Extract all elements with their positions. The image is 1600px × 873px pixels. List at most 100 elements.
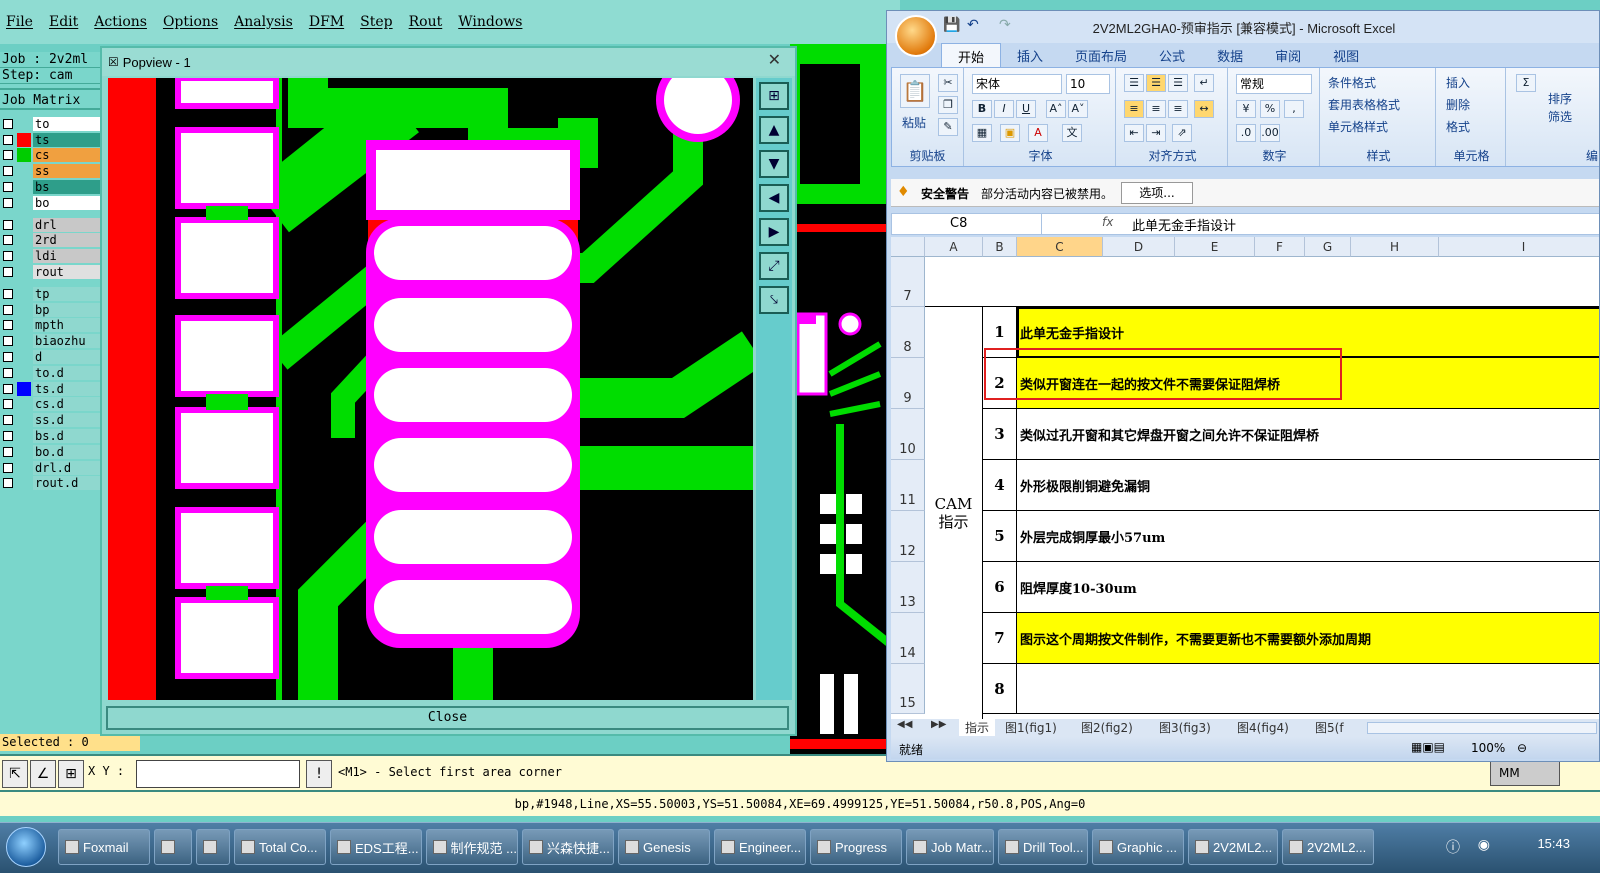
tab-insert[interactable]: 插入	[1001, 43, 1059, 67]
paste-button[interactable]: 粘贴	[902, 114, 926, 131]
layer-row[interactable]: cs.d	[0, 397, 100, 413]
layer-row[interactable]: tp	[0, 286, 100, 302]
start-button[interactable]	[6, 827, 46, 867]
tab-review[interactable]: 审阅	[1259, 43, 1317, 67]
orientation-icon[interactable]: ⇗	[1172, 124, 1192, 142]
number-format-select[interactable]: 常规	[1236, 74, 1312, 94]
cut-icon[interactable]: ✂	[938, 74, 958, 92]
layer-row[interactable]: rout.d	[0, 476, 100, 492]
column-header-a[interactable]: A	[925, 237, 983, 257]
taskbar-button[interactable]: 2V2ML2...	[1188, 829, 1278, 865]
options-button[interactable]: 选项...	[1121, 182, 1193, 204]
zoom-window-icon[interactable]: ⊞	[759, 82, 789, 110]
row-header[interactable]: 7	[891, 257, 925, 307]
layer-checkbox[interactable]	[3, 197, 13, 208]
layer-row[interactable]: to	[0, 116, 100, 132]
layer-row[interactable]: rout	[0, 264, 100, 280]
menu-options[interactable]: Options	[163, 14, 218, 30]
sheet-tab-instructions[interactable]: 指示	[959, 719, 996, 736]
layer-checkbox[interactable]	[3, 118, 13, 129]
insert-cells-button[interactable]: 插入	[1446, 74, 1470, 91]
select-tool-icon[interactable]: ⇱	[2, 760, 28, 788]
zoom-out-icon[interactable]: ⊖	[1517, 741, 1527, 755]
layer-name[interactable]: bp	[33, 302, 100, 317]
align-top-icon[interactable]: ☰	[1124, 74, 1144, 92]
layer-checkbox[interactable]	[3, 267, 13, 278]
item-number-cell[interactable]: 3	[983, 409, 1017, 460]
taskbar-button[interactable]: Genesis	[618, 829, 710, 865]
taskbar-button[interactable]: Job Matr...	[906, 829, 994, 865]
layer-row[interactable]: bs	[0, 179, 100, 195]
column-header-b[interactable]: B	[983, 237, 1017, 257]
taskbar-button[interactable]: Foxmail	[58, 829, 150, 865]
clock[interactable]: 15:43	[1537, 836, 1570, 851]
undo-icon[interactable]: ↶	[967, 17, 979, 33]
cam-instruction-cell[interactable]: CAM 指示	[925, 297, 983, 719]
close-button[interactable]: Close	[106, 706, 789, 730]
taskbar-button[interactable]: Total Co...	[234, 829, 326, 865]
layer-name[interactable]: ss.d	[33, 413, 100, 428]
taskbar-button[interactable]: EDS工程...	[330, 829, 422, 865]
format-cells-button[interactable]: 格式	[1446, 118, 1470, 135]
grow-font-icon[interactable]: A˄	[1046, 100, 1066, 118]
item-number-cell[interactable]: 6	[983, 562, 1017, 613]
layer-row[interactable]: to.d	[0, 365, 100, 381]
row-header[interactable]: 13	[891, 562, 925, 613]
name-box[interactable]: C8	[892, 214, 1042, 234]
layer-name[interactable]: ts	[33, 132, 100, 147]
menu-actions[interactable]: Actions	[94, 14, 147, 30]
delete-cells-button[interactable]: 删除	[1446, 96, 1470, 113]
layer-checkbox[interactable]	[3, 150, 13, 161]
increase-decimal-icon[interactable]: .0	[1236, 124, 1256, 142]
grid-tool-icon[interactable]: ⊞	[58, 760, 84, 788]
layer-checkbox[interactable]	[3, 399, 13, 410]
conditional-format-button[interactable]: 条件格式	[1328, 74, 1376, 91]
menu-step[interactable]: Step	[360, 14, 392, 30]
sheet-tab-fig5[interactable]: 图5(f	[1315, 719, 1344, 736]
layer-name[interactable]: tp	[33, 286, 100, 301]
popview-canvas[interactable]	[108, 78, 753, 700]
row-header[interactable]: 15	[891, 664, 925, 714]
font-color-icon[interactable]: A	[1028, 124, 1048, 142]
select-all-corner[interactable]	[891, 237, 925, 257]
tab-page-layout[interactable]: 页面布局	[1059, 43, 1143, 67]
table-format-button[interactable]: 套用表格格式	[1328, 96, 1400, 113]
layer-name[interactable]: 2rd	[33, 233, 100, 248]
font-size-select[interactable]: 10	[1066, 74, 1110, 94]
layer-row[interactable]: mpth	[0, 318, 100, 334]
menu-rout[interactable]: Rout	[409, 14, 443, 30]
help-icon[interactable]: ⓘ	[1446, 837, 1460, 857]
sheet-nav-last-icon[interactable]: ▶▶	[931, 719, 946, 730]
layer-name[interactable]: d	[33, 350, 100, 365]
horizontal-scrollbar[interactable]	[1367, 722, 1597, 734]
instruction-cell[interactable]: 外层完成铜厚最小57um	[1017, 511, 1599, 562]
taskbar-button[interactable]: Progress	[810, 829, 902, 865]
layer-row[interactable]: 2rd	[0, 233, 100, 249]
graphic-board-view[interactable]	[790, 44, 890, 754]
item-number-cell[interactable]: 7	[983, 613, 1017, 664]
layer-name[interactable]: cs	[33, 148, 100, 163]
layer-checkbox[interactable]	[3, 320, 13, 331]
increase-indent-icon[interactable]: ⇥	[1146, 124, 1166, 142]
pan-right-icon[interactable]: ▶	[759, 218, 789, 246]
layer-checkbox[interactable]	[3, 182, 13, 193]
instruction-cell[interactable]: 外形极限削铜避免漏铜	[1017, 460, 1599, 511]
layer-row[interactable]: bo	[0, 195, 100, 211]
close-icon[interactable]: ✕	[768, 50, 781, 69]
underline-icon[interactable]: U	[1016, 100, 1036, 118]
row-header[interactable]: 11	[891, 460, 925, 511]
layer-name[interactable]: biaozhu	[33, 334, 100, 349]
align-middle-icon[interactable]: ☰	[1146, 74, 1166, 92]
comma-icon[interactable]: ,	[1284, 100, 1304, 118]
align-left-icon[interactable]: ≡	[1124, 100, 1144, 118]
alert-icon[interactable]: !	[306, 760, 332, 788]
percent-icon[interactable]: %	[1260, 100, 1280, 118]
layer-row[interactable]: ts.d	[0, 381, 100, 397]
pan-up-icon[interactable]: ▲	[759, 116, 789, 144]
instruction-cell[interactable]: 阻焊厚度10-30um	[1017, 562, 1599, 613]
layer-checkbox[interactable]	[3, 367, 13, 378]
layer-name[interactable]: cs.d	[33, 397, 100, 412]
sheet-tab-fig4[interactable]: 图4(fig4)	[1237, 719, 1289, 736]
layer-name[interactable]: ts.d	[33, 381, 100, 396]
sheet-nav-first-icon[interactable]: ◀◀	[897, 719, 912, 730]
